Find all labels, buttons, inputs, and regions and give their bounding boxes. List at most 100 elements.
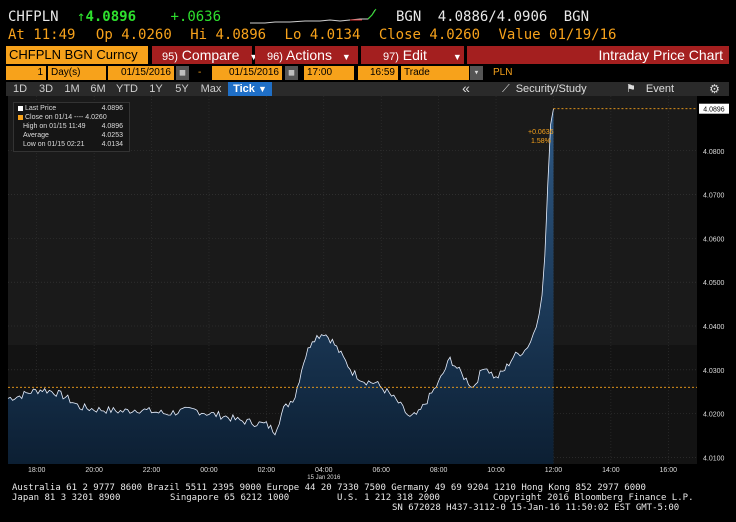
compare-label: Compare [181, 47, 240, 63]
footer-copyright: Copyright 2016 Bloomberg Finance L.P. [493, 493, 694, 503]
legend-label: Last Price [25, 105, 57, 112]
x-tick-label: 14:00 [602, 467, 620, 474]
x-tick-label: 06:00 [372, 467, 390, 474]
actions-label: Actions [286, 47, 332, 63]
security-field[interactable]: CHFPLN BGN Curncy [6, 46, 148, 64]
legend-swatch [18, 142, 21, 147]
footer-singapore: Singapore 65 6212 1000 [170, 493, 290, 503]
footer-japan: Japan 81 3 3201 8900 [12, 493, 121, 503]
start-time-input[interactable]: 17:00 [304, 66, 354, 80]
legend-label: Close on 01/14 ---- 4.0260 [25, 114, 107, 121]
legend-row: Average 4.0253 [18, 132, 126, 140]
actions-number: 96) [267, 51, 283, 63]
x-tick-label: 20:00 [85, 467, 103, 474]
end-time-input[interactable]: 16:59 [358, 66, 398, 80]
x-tick-label: 22:00 [143, 467, 161, 474]
y-tick-label: 4.0500 [703, 280, 725, 287]
quote-line-2: At 11:49 Op 4.0260 Hi 4.0896 Lo 4.0134 C… [8, 27, 616, 43]
event-button[interactable]: ⚑ Event [616, 82, 696, 96]
bid-ask-line: BGN 4.0886/4.0906 BGN [396, 9, 589, 25]
range-1d[interactable]: 1D [8, 82, 32, 96]
x-tick-label: 10:00 [487, 467, 505, 474]
legend-swatch [18, 105, 23, 111]
change-annotation: +0.0636 [528, 129, 554, 136]
edit-button[interactable]: 97) Edit ▼ [361, 46, 464, 64]
legend-swatch [18, 114, 23, 120]
range-1m[interactable]: 1M [60, 82, 84, 96]
tick-label: Tick [233, 83, 255, 95]
close-label: Close [378, 27, 421, 43]
legend-value: 4.0896 [101, 123, 123, 130]
high-label: Hi [190, 27, 208, 43]
edit-label: Edit [402, 47, 427, 63]
footer-session: SN 672028 H437-3112-0 15-Jan-16 11:50:02… [392, 503, 680, 513]
high-value: 4.0896 [215, 27, 267, 43]
sparkline [250, 8, 377, 24]
open-label: Op [95, 27, 113, 43]
range-5y[interactable]: 5Y [170, 82, 194, 96]
source-label-2: BGN [563, 9, 590, 25]
compare-button[interactable]: 95) Compare ▼ [152, 46, 258, 64]
field-select[interactable]: Trade [401, 66, 469, 80]
x-tick-label: 18:00 [28, 467, 46, 474]
flag-icon: ⚑ [626, 83, 636, 95]
chevron-down-icon[interactable]: ▾ [470, 66, 483, 80]
chevron-down-icon: ▼ [341, 52, 351, 62]
legend-value: 4.0134 [101, 141, 123, 148]
period-unit-select[interactable]: Day(s) [48, 66, 106, 80]
chevron-down-icon: ▼ [452, 52, 462, 62]
open-value: 4.0260 [121, 27, 172, 43]
x-tick-label: 16:00 [660, 467, 678, 474]
range-max[interactable]: Max [196, 82, 226, 96]
legend-label: Average [23, 132, 49, 139]
tick-dropdown[interactable]: Tick ▼ [228, 82, 272, 96]
legend[interactable]: Last Price 4.0896 Close on 01/14 ---- 4.02… [13, 102, 130, 152]
y-tick-label: 4.0800 [703, 149, 725, 156]
low-label: Lo [284, 27, 302, 43]
low-value: 4.0134 [309, 27, 361, 43]
calendar-icon[interactable]: ▦ [285, 66, 298, 80]
legend-label: High on 01/15 11:49 [23, 123, 86, 130]
value-label: Value [498, 27, 541, 43]
back-button[interactable]: « [446, 81, 486, 96]
x-tick-label: 00:00 [200, 467, 218, 474]
close-value: 4.0260 [429, 27, 480, 43]
bid-ask: 4.0886/4.0906 [437, 9, 548, 25]
chart-icon: ⟋ [502, 83, 510, 95]
security-study-label: Security/Study [515, 83, 587, 95]
legend-value: 4.0896 [101, 105, 123, 112]
period-count-input[interactable]: 1 [6, 66, 46, 80]
security-study-button[interactable]: ⟋ Security/Study [490, 82, 612, 96]
currency-label: PLN [493, 67, 513, 78]
legend-swatch [18, 133, 21, 138]
y-tick-label: 4.0300 [703, 368, 725, 375]
intraday-chart[interactable]: 4.0100 4.0200 4.0300 4.0400 4.0500 4.0600 4.07… [0, 96, 736, 480]
net-change: +.0636 [170, 9, 222, 25]
range-ytd[interactable]: YTD [112, 82, 142, 96]
range-3d[interactable]: 3D [34, 82, 58, 96]
chart-title: Intraday Price Chart [467, 46, 729, 64]
y-tick-label: 4.0700 [703, 193, 725, 200]
quote-line-1: CHFPLN ↑4.0896 +.0636 [8, 9, 221, 25]
footer-us: U.S. 1 212 318 2000 [337, 493, 440, 503]
footer-line-1: Australia 61 2 9777 8600 Brazil 5511 239… [12, 483, 646, 493]
y-tick-label: 4.0600 [703, 236, 725, 243]
at-time: 11:49 [33, 27, 76, 43]
y-axis: 4.0100 4.0200 4.0300 4.0400 4.0500 4.0600 4.07… [699, 103, 729, 462]
legend-row: Close on 01/14 ---- 4.0260 [18, 114, 126, 122]
range-6m[interactable]: 6M [86, 82, 110, 96]
x-tick-label: 08:00 [430, 467, 448, 474]
range-1y[interactable]: 1Y [144, 82, 168, 96]
ticker[interactable]: CHFPLN [8, 9, 59, 25]
legend-row: Low on 01/15 02:21 4.0134 [18, 141, 126, 149]
actions-button[interactable]: 96) Actions ▼ [255, 46, 358, 64]
last-price-tag-label: 4.0896 [703, 107, 725, 114]
start-date-input[interactable]: 01/15/2016 [108, 66, 174, 80]
end-date-input[interactable]: 01/15/2016 [212, 66, 282, 80]
calendar-icon[interactable]: ▦ [176, 66, 189, 80]
y-tick-label: 4.0200 [703, 412, 725, 419]
pct-annotation: 1.58% [531, 138, 551, 145]
legend-row: High on 01/15 11:49 4.0896 [18, 123, 126, 131]
settings-gear-icon[interactable]: ⚙ [700, 82, 729, 96]
last-price-tag: 4.0896 [699, 103, 729, 114]
